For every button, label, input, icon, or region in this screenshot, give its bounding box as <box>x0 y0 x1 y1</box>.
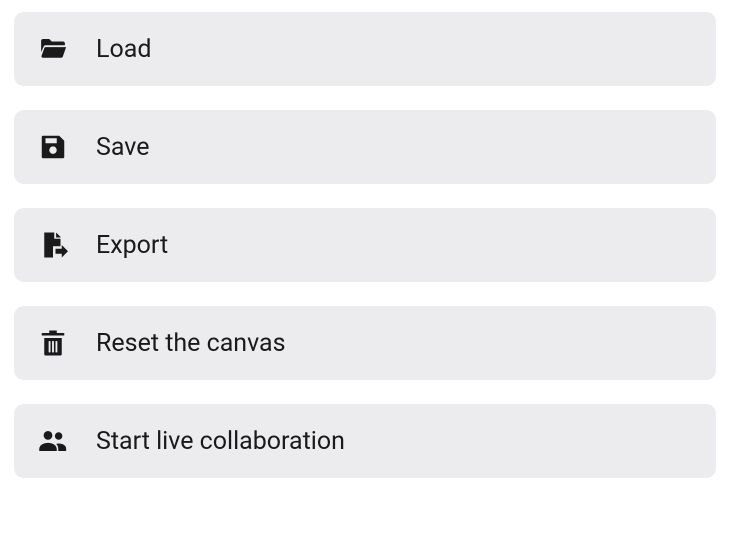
menu-item-export[interactable]: Export <box>14 208 716 282</box>
save-icon <box>38 132 68 162</box>
menu-item-label: Load <box>96 35 151 64</box>
menu-item-label: Start live collaboration <box>96 427 345 456</box>
menu-item-save[interactable]: Save <box>14 110 716 184</box>
export-icon <box>38 230 68 260</box>
menu-item-reset[interactable]: Reset the canvas <box>14 306 716 380</box>
menu-item-label: Export <box>96 231 168 260</box>
users-icon <box>38 426 68 456</box>
folder-open-icon <box>38 34 68 64</box>
menu-item-label: Reset the canvas <box>96 329 286 358</box>
menu-list: Load Save Export Reset the canvas Start … <box>14 12 716 478</box>
menu-item-load[interactable]: Load <box>14 12 716 86</box>
trash-icon <box>38 328 68 358</box>
menu-item-label: Save <box>96 133 149 162</box>
menu-item-collab[interactable]: Start live collaboration <box>14 404 716 478</box>
